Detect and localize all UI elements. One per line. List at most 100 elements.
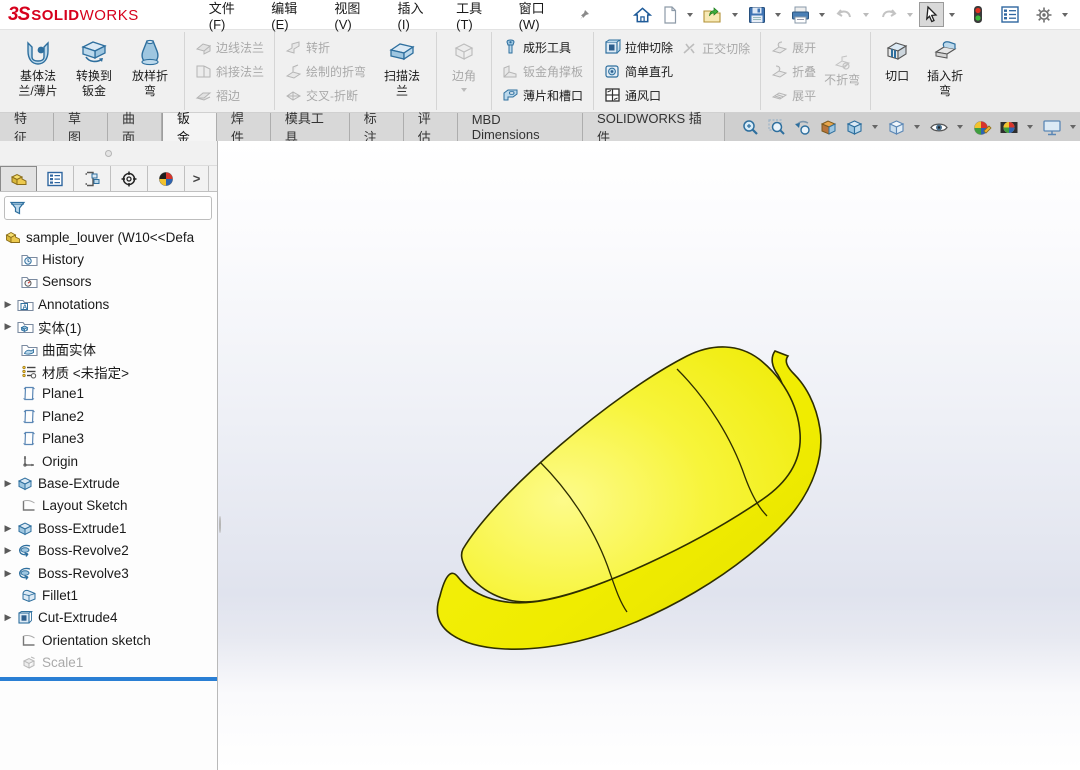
display-pane-icon[interactable] (997, 3, 1023, 26)
propertymanager-tab-icon[interactable] (37, 166, 74, 191)
select-cursor-icon[interactable] (919, 2, 944, 27)
expand-arrow[interactable]: ▶ (0, 545, 16, 556)
lofted-bend-button[interactable]: 放样折弯 (122, 34, 178, 108)
swept-flange-button[interactable]: 扫描法兰 (374, 34, 430, 108)
forming-tool-button[interactable]: 成形工具 (498, 35, 587, 59)
tree-item-layout-sketch[interactable]: Layout Sketch (0, 495, 217, 517)
new-document-icon[interactable] (658, 3, 682, 27)
display-style-icon[interactable] (885, 117, 908, 138)
tree-item-solid-bodies[interactable]: ▶ 实体(1) (0, 316, 217, 338)
tree-item-boss-revolve2[interactable]: ▶ Boss-Revolve2 (0, 539, 217, 561)
apply-scene-caret[interactable] (1027, 125, 1033, 129)
expand-tabs-arrow[interactable]: > (185, 166, 209, 191)
hide-show-items-caret[interactable] (957, 125, 963, 129)
graphics-viewport[interactable] (218, 141, 1080, 770)
expand-arrow[interactable]: ▶ (0, 612, 16, 623)
expand-arrow[interactable]: ▶ (0, 321, 16, 332)
tree-item-fillet1[interactable]: Fillet1 (0, 584, 217, 606)
view-orientation-caret[interactable] (872, 125, 878, 129)
tab-features[interactable]: 特征 (0, 113, 54, 141)
louver-dome[interactable] (462, 347, 801, 602)
tab-mold-tools[interactable]: 模具工具 (271, 113, 350, 141)
displaymanager-tab-icon[interactable] (148, 166, 185, 191)
tree-filter-input[interactable] (4, 196, 212, 220)
tree-item-plane2[interactable]: Plane2 (0, 405, 217, 427)
tree-item-boss-extrude1[interactable]: ▶ Boss-Extrude1 (0, 517, 217, 539)
tree-item-scale1[interactable]: Scale1 (0, 651, 217, 673)
vent-button[interactable]: 通风口 (600, 83, 677, 107)
tab-solidworks-addins[interactable]: SOLIDWORKS 插件 (583, 113, 725, 141)
featuremanager-tab-icon[interactable] (0, 166, 37, 191)
tree-item-history[interactable]: History (0, 248, 217, 270)
pin-menu-icon[interactable] (577, 8, 591, 22)
zoom-to-area-icon[interactable] (765, 117, 788, 138)
view-settings-caret[interactable] (1070, 125, 1076, 129)
tree-item-root[interactable]: sample_louver (W10<<Defa (0, 226, 217, 248)
tab-markup[interactable]: 标注 (350, 113, 404, 141)
menu-edit[interactable]: 编辑(E) (261, 0, 320, 36)
base-flange-button[interactable]: 基体法兰/薄片 (10, 34, 66, 108)
tree-item-base-extrude[interactable]: ▶ Base-Extrude (0, 472, 217, 494)
tree-item-boss-revolve3[interactable]: ▶ Boss-Revolve3 (0, 562, 217, 584)
hide-show-items-icon[interactable] (927, 117, 951, 138)
new-document-caret[interactable] (687, 13, 693, 17)
open-caret[interactable] (732, 13, 738, 17)
expand-arrow[interactable]: ▶ (0, 568, 16, 579)
tab-weldments[interactable]: 焊件 (217, 113, 271, 141)
print-caret[interactable] (819, 13, 825, 17)
dimxpertmanager-tab-icon[interactable] (111, 166, 148, 191)
tree-item-cut-extrude4[interactable]: ▶ Cut-Extrude4 (0, 607, 217, 629)
menu-tools[interactable]: 工具(T) (446, 0, 504, 36)
edit-appearance-icon[interactable] (970, 117, 994, 138)
rip-button[interactable]: 切口 (877, 34, 917, 108)
tree-item-orientation-sketch[interactable]: Orientation sketch (0, 629, 217, 651)
tree-item-plane3[interactable]: Plane3 (0, 428, 217, 450)
simple-hole-button[interactable]: 简单直孔 (600, 59, 677, 83)
menu-file[interactable]: 文件(F) (199, 0, 257, 36)
options-gear-icon[interactable] (1031, 3, 1057, 27)
section-view-icon[interactable] (817, 117, 840, 138)
expand-arrow[interactable]: ▶ (0, 478, 16, 489)
select-cursor-caret[interactable] (949, 13, 955, 17)
splitter-handle-dot[interactable] (105, 150, 112, 157)
home-icon[interactable] (629, 3, 656, 27)
panel-top-splitter[interactable] (0, 141, 217, 166)
tab-and-slot-button[interactable]: 薄片和槽口 (498, 83, 587, 107)
zoom-to-fit-icon[interactable] (739, 117, 762, 138)
tab-evaluate[interactable]: 评估 (404, 113, 458, 141)
open-icon[interactable] (699, 3, 727, 27)
convert-to-sheetmetal-button[interactable]: 转换到钣金 (66, 34, 122, 108)
tab-mbd-dimensions[interactable]: MBD Dimensions (458, 113, 583, 141)
tree-item-material[interactable]: 材质 <未指定> (0, 360, 217, 382)
insert-bends-button[interactable]: 插入折弯 (917, 34, 973, 108)
tab-sheet-metal[interactable]: 钣金 (162, 113, 217, 141)
louver-model[interactable] (218, 141, 1079, 770)
tree-item-plane1[interactable]: Plane1 (0, 383, 217, 405)
expand-arrow[interactable]: ▶ (0, 523, 16, 534)
tree-item-surface-bodies[interactable]: 曲面实体 (0, 338, 217, 360)
menu-insert[interactable]: 插入(I) (388, 0, 443, 36)
apply-scene-icon[interactable] (997, 117, 1021, 138)
tree-item-sensors[interactable]: Sensors (0, 271, 217, 293)
display-style-caret[interactable] (914, 125, 920, 129)
expand-arrow[interactable]: ▶ (0, 299, 16, 310)
save-caret[interactable] (775, 13, 781, 17)
options-gear-caret[interactable] (1062, 13, 1068, 17)
save-icon[interactable] (744, 3, 770, 27)
panel-splitter-handle[interactable] (219, 517, 221, 532)
print-icon[interactable] (787, 3, 814, 27)
tab-sketch[interactable]: 草图 (54, 113, 108, 141)
previous-view-icon[interactable] (791, 117, 814, 138)
view-settings-icon[interactable] (1040, 117, 1064, 138)
tree-item-origin[interactable]: Origin (0, 450, 217, 472)
performance-traffic-light-icon[interactable] (969, 2, 987, 27)
view-orientation-icon[interactable] (843, 117, 866, 138)
tab-surfaces[interactable]: 曲面 (108, 113, 162, 141)
menu-view[interactable]: 视图(V) (324, 0, 383, 36)
extruded-cut-button[interactable]: 拉伸切除 (600, 35, 677, 59)
configurationmanager-tab-icon[interactable] (74, 166, 111, 191)
panel-tab-bar: > (0, 166, 217, 192)
rollback-bar[interactable] (0, 677, 217, 681)
tree-item-annotations[interactable]: ▶ A Annotations (0, 293, 217, 315)
menu-window[interactable]: 窗口(W) (509, 0, 571, 36)
